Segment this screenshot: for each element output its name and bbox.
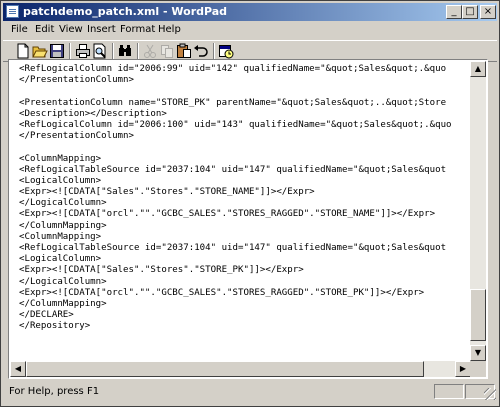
document-text[interactable]: <RefLogicalColumn id="2006:99" uid="142"… xyxy=(19,64,452,333)
document-line[interactable]: <PresentationColumn name="STORE_PK" pare… xyxy=(19,98,452,109)
wordpad-window: patchdemo_patch.xml - WordPad _ □ × File… xyxy=(0,0,500,407)
menu-file[interactable]: File xyxy=(11,24,28,35)
document-line[interactable]: <RefLogicalTableSource id="2037:104" uid… xyxy=(19,243,452,254)
copy-icon[interactable] xyxy=(159,43,175,59)
document-line[interactable]: <RefLogicalTableSource id="2037:104" uid… xyxy=(19,165,452,176)
document-line[interactable]: <LogicalColumn> xyxy=(19,176,452,187)
document-line[interactable]: </LogicalColumn> xyxy=(19,277,452,288)
status-text: For Help, press F1 xyxy=(9,386,100,397)
menu-edit[interactable]: Edit xyxy=(35,24,54,35)
document-line[interactable] xyxy=(19,142,452,153)
vertical-scrollbar[interactable]: ▲ ▼ xyxy=(470,61,486,361)
open-icon[interactable] xyxy=(32,43,48,59)
scroll-down-button[interactable]: ▼ xyxy=(470,345,486,361)
document-line[interactable]: <Expr><![CDATA["Sales"."Stores"."STORE_P… xyxy=(19,265,452,276)
minimize-button[interactable]: _ xyxy=(446,5,462,19)
scroll-right-button[interactable]: ▶ xyxy=(455,361,471,377)
paste-icon[interactable] xyxy=(176,43,192,59)
document-line[interactable]: </PresentationColumn> xyxy=(19,75,452,86)
resize-grip[interactable] xyxy=(484,388,496,400)
document-line[interactable]: <Expr><![CDATA["orcl".""."GCBC_SALES"."S… xyxy=(19,288,452,299)
menu-bar: File Edit View Insert Format Help xyxy=(3,23,497,39)
new-icon[interactable] xyxy=(15,43,31,59)
toolbar-separator xyxy=(137,43,139,60)
document-line[interactable] xyxy=(19,86,452,97)
document-line[interactable]: <LogicalColumn> xyxy=(19,254,452,265)
date-time-icon[interactable] xyxy=(218,43,234,59)
document-line[interactable]: <ColumnMapping> xyxy=(19,232,452,243)
document-line[interactable]: </PresentationColumn> xyxy=(19,131,452,142)
scrollbar-corner xyxy=(470,361,486,377)
cut-icon[interactable] xyxy=(142,43,158,59)
document-line[interactable]: <Description></Description> xyxy=(19,109,452,120)
document-line[interactable]: </Repository> xyxy=(19,321,452,332)
scroll-left-button[interactable]: ◀ xyxy=(10,361,26,377)
print-icon[interactable] xyxy=(75,43,91,59)
document-line[interactable]: <Expr><![CDATA["Sales"."Stores"."STORE_N… xyxy=(19,187,452,198)
menu-view[interactable]: View xyxy=(59,24,83,35)
vertical-scroll-thumb[interactable] xyxy=(470,289,486,341)
print-preview-icon[interactable] xyxy=(92,43,108,59)
status-panel xyxy=(434,384,464,399)
document-line[interactable]: <Expr><![CDATA["orcl".""."GCBC_SALES"."S… xyxy=(19,209,452,220)
document-line[interactable]: </LogicalColumn> xyxy=(19,198,452,209)
toolbar-separator xyxy=(213,43,215,60)
document-line[interactable]: <RefLogicalColumn id="2006:100" uid="143… xyxy=(19,120,452,131)
document-area[interactable]: <RefLogicalColumn id="2006:99" uid="142"… xyxy=(8,59,488,379)
find-icon[interactable] xyxy=(117,43,133,59)
toolbar-separator xyxy=(69,43,71,60)
scroll-up-button[interactable]: ▲ xyxy=(470,61,486,77)
status-bar: For Help, press F1 xyxy=(3,383,497,401)
wordpad-app-icon[interactable] xyxy=(6,5,19,18)
document-line[interactable]: <RefLogicalColumn id="2006:99" uid="142"… xyxy=(19,64,452,75)
document-line[interactable]: </DECLARE> xyxy=(19,310,452,321)
undo-icon[interactable] xyxy=(193,43,209,59)
maximize-button[interactable]: □ xyxy=(462,5,478,19)
document-line[interactable]: <ColumnMapping> xyxy=(19,154,452,165)
menu-insert[interactable]: Insert xyxy=(87,24,116,35)
horizontal-scroll-thumb[interactable] xyxy=(26,361,424,377)
document-line[interactable]: </ColumnMapping> xyxy=(19,221,452,232)
horizontal-scrollbar[interactable]: ◀ ▶ xyxy=(10,361,471,377)
menu-help[interactable]: Help xyxy=(158,24,181,35)
toolbar-separator xyxy=(112,43,114,60)
save-icon[interactable] xyxy=(49,43,65,59)
document-line[interactable]: </ColumnMapping> xyxy=(19,299,452,310)
title-bar[interactable]: patchdemo_patch.xml - WordPad _ □ × xyxy=(3,3,497,21)
close-button[interactable]: × xyxy=(480,5,496,19)
menu-format[interactable]: Format xyxy=(120,24,155,35)
window-title: patchdemo_patch.xml - WordPad xyxy=(23,5,228,18)
